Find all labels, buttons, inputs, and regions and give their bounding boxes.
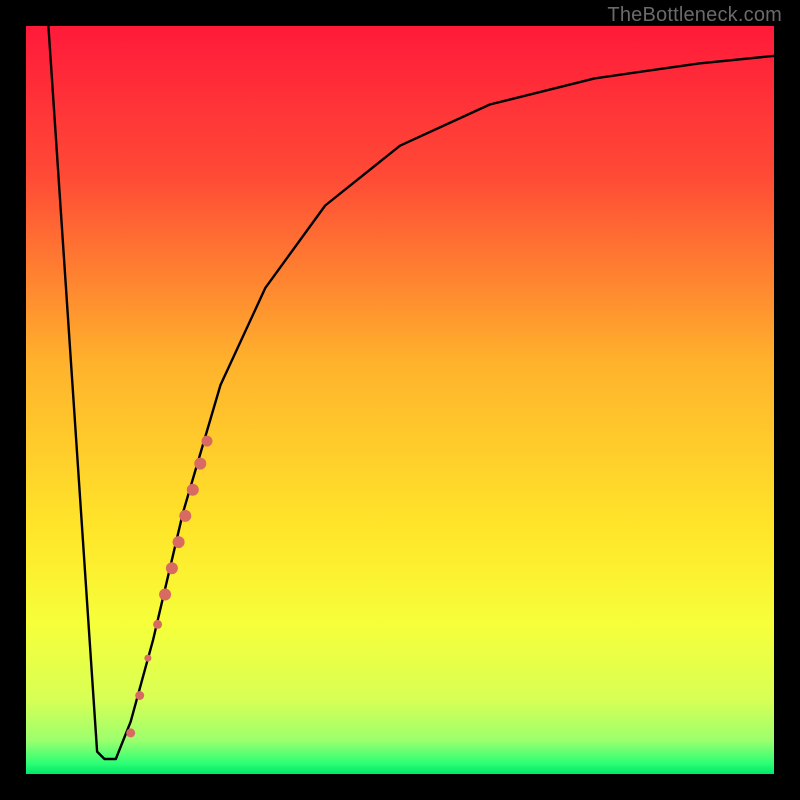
marker-dot <box>159 589 171 601</box>
marker-dot <box>202 436 213 447</box>
marker-dot <box>126 728 135 737</box>
marker-dot <box>179 510 191 522</box>
plot-area <box>26 26 774 774</box>
marker-dot <box>153 620 162 629</box>
chart-frame: TheBottleneck.com <box>0 0 800 800</box>
attribution-watermark: TheBottleneck.com <box>607 4 782 27</box>
marker-dot <box>166 562 178 574</box>
marker-dot <box>173 536 185 548</box>
marker-dot <box>194 458 206 470</box>
marker-dot <box>144 655 151 662</box>
gradient-background <box>26 26 774 774</box>
marker-dot <box>187 484 199 496</box>
marker-dot <box>135 691 144 700</box>
chart-svg <box>26 26 774 774</box>
